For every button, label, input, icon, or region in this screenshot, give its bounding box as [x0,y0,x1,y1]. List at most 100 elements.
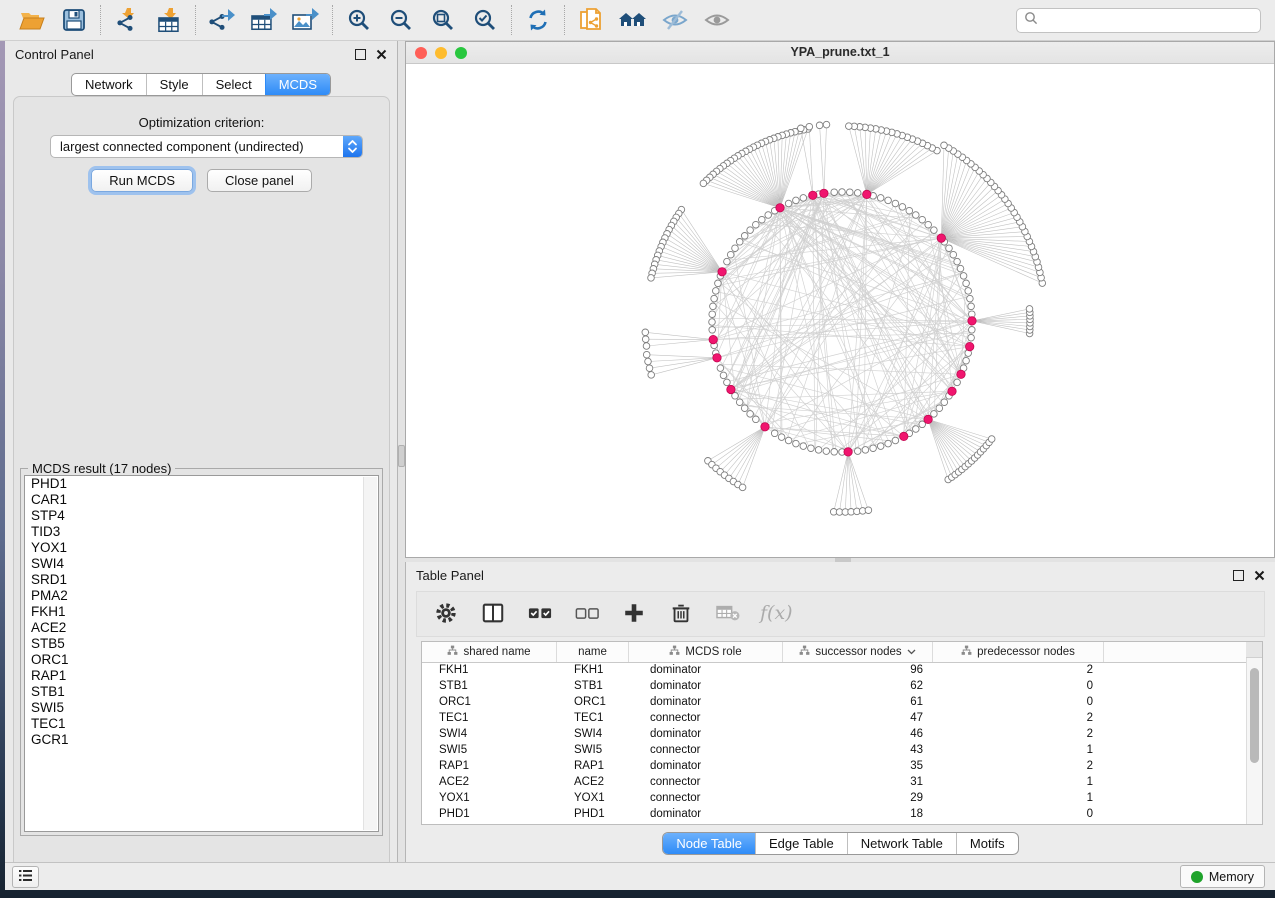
column-header-MCDS-role[interactable]: MCDS role [629,642,783,662]
table-cell[interactable]: 29 [783,792,933,804]
table-scrollbar-thumb[interactable] [1250,668,1259,763]
export-network-button[interactable] [204,3,240,37]
table-cell[interactable]: SWI4 [557,728,629,740]
network-hub-node[interactable] [924,415,932,423]
network-node[interactable] [919,216,926,223]
network-leaf-node[interactable] [645,358,652,365]
table-cell[interactable]: SWI5 [422,744,557,756]
table-cell[interactable]: YOX1 [422,792,557,804]
mcds-result-item[interactable]: STB5 [25,636,378,652]
network-node[interactable] [839,189,846,196]
mcds-result-item[interactable]: ORC1 [25,652,378,668]
select-all-rows-button[interactable] [521,595,559,633]
network-leaf-node[interactable] [823,121,830,128]
table-cell[interactable]: TEC1 [557,712,629,724]
table-row[interactable]: PHD1PHD1dominator180 [422,806,1246,822]
first-neighbors-button[interactable] [615,3,651,37]
tab-network[interactable]: Network [72,74,146,95]
network-node[interactable] [715,280,722,287]
network-hub-node[interactable] [718,268,726,276]
hide-selected-button[interactable] [657,3,693,37]
network-node[interactable] [862,447,869,454]
network-leaf-node[interactable] [806,123,813,130]
table-cell[interactable]: TEC1 [422,712,557,724]
network-leaf-node[interactable] [1026,306,1033,313]
export-image-button[interactable] [288,3,324,37]
mcds-result-item[interactable]: GCR1 [25,732,378,748]
network-node[interactable] [941,399,948,406]
save-session-button[interactable] [56,3,92,37]
network-hub-node[interactable] [709,335,717,343]
export-table-button[interactable] [246,3,282,37]
table-row[interactable]: SWI4SWI4dominator462 [422,726,1246,742]
network-node[interactable] [800,195,807,202]
close-panel-icon[interactable] [1254,570,1265,581]
network-leaf-node[interactable] [648,275,655,282]
network-leaf-node[interactable] [643,343,650,350]
table-cell[interactable]: PHD1 [557,808,629,820]
mcds-result-item[interactable]: STB1 [25,684,378,700]
network-hub-node[interactable] [776,204,784,212]
network-node[interactable] [946,245,953,252]
network-node[interactable] [771,430,778,437]
network-node[interactable] [732,245,739,252]
network-node[interactable] [913,426,920,433]
network-node[interactable] [709,319,716,326]
table-cell[interactable]: PHD1 [422,808,557,820]
network-leaf-node[interactable] [642,336,649,343]
network-node[interactable] [785,437,792,444]
network-hub-node[interactable] [900,432,908,440]
network-node[interactable] [954,258,961,265]
column-header-shared-name[interactable]: shared name [422,642,557,662]
search-input[interactable] [1043,10,1260,31]
network-node[interactable] [936,405,943,412]
network-node[interactable] [793,197,800,204]
network-node[interactable] [892,437,899,444]
table-row[interactable]: STB1STB1dominator620 [422,678,1246,694]
network-leaf-node[interactable] [798,125,805,132]
open-file-button[interactable] [14,3,50,37]
table-cell[interactable]: SWI5 [557,744,629,756]
network-node[interactable] [885,440,892,447]
zoom-in-button[interactable] [341,3,377,37]
network-node[interactable] [759,216,766,223]
network-node[interactable] [711,295,718,302]
network-node[interactable] [967,295,974,302]
delete-column-button[interactable] [662,595,700,633]
tab-node-table[interactable]: Node Table [663,833,755,854]
network-node[interactable] [793,440,800,447]
table-cell[interactable]: STB1 [557,680,629,692]
network-window-titlebar[interactable]: YPA_prune.txt_1 [406,42,1274,64]
table-cell[interactable]: 1 [933,792,1104,804]
criterion-select[interactable]: largest connected component (undirected) [50,135,363,158]
refresh-view-button[interactable] [520,3,556,37]
table-options-gear-button[interactable] [427,595,465,633]
network-hub-node[interactable] [727,385,735,393]
table-cell[interactable]: dominator [629,808,783,820]
network-node[interactable] [957,265,964,272]
tab-style[interactable]: Style [146,74,202,95]
network-node[interactable] [778,434,785,441]
table-row[interactable]: FKH1FKH1dominator962 [422,662,1246,678]
table-cell[interactable]: FKH1 [557,664,629,676]
network-node[interactable] [854,448,861,455]
table-row[interactable]: TEC1TEC1connector472 [422,710,1246,726]
table-cell[interactable]: ACE2 [557,776,629,788]
network-leaf-node[interactable] [643,351,650,358]
network-node[interactable] [815,447,822,454]
tab-select[interactable]: Select [202,74,265,95]
table-cell[interactable]: dominator [629,680,783,692]
network-node[interactable] [906,207,913,214]
network-leaf-node[interactable] [865,507,872,514]
network-node[interactable] [709,311,716,318]
table-cell[interactable]: dominator [629,728,783,740]
network-node[interactable] [892,200,899,207]
table-cell[interactable]: 1 [933,744,1104,756]
network-node[interactable] [925,221,932,228]
table-cell[interactable]: connector [629,792,783,804]
tab-motifs[interactable]: Motifs [956,833,1018,854]
network-node[interactable] [709,327,716,334]
table-cell[interactable]: 0 [933,680,1104,692]
vertical-splitter[interactable] [398,41,405,862]
mcds-result-item[interactable]: SWI4 [25,556,378,572]
